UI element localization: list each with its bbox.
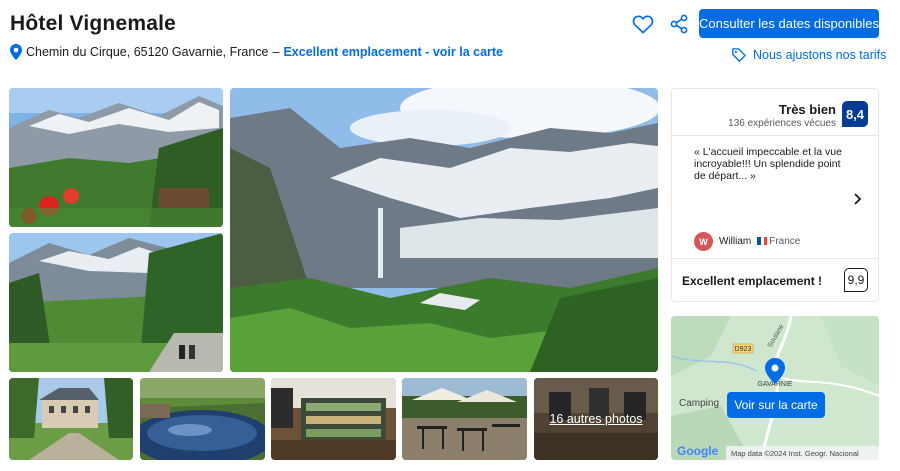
address-line: Chemin du Cirque, 65120 Gavarnie, France… bbox=[10, 44, 503, 60]
reviewer-country: France bbox=[757, 236, 800, 247]
price-tag-icon bbox=[732, 48, 746, 62]
gallery-photo-3[interactable] bbox=[9, 378, 133, 460]
gallery-photo-1[interactable] bbox=[9, 88, 223, 227]
more-photos-overlay[interactable]: 16 autres photos bbox=[534, 378, 658, 460]
chevron-right-icon[interactable] bbox=[850, 192, 864, 206]
gallery-photo-2[interactable] bbox=[9, 233, 223, 372]
avatar: W bbox=[694, 232, 713, 251]
rating-label: Très bien bbox=[778, 102, 836, 117]
check-availability-button[interactable]: Consulter les dates disponibles bbox=[699, 9, 879, 38]
address-separator: – bbox=[272, 45, 280, 59]
france-flag-icon bbox=[757, 237, 768, 245]
map-preview[interactable]: D923 Soulane GAVARNIE Camping Google Map… bbox=[671, 316, 879, 460]
location-score-badge: 9,9 bbox=[844, 268, 868, 292]
google-logo: Google bbox=[677, 444, 719, 458]
save-favorite-button[interactable] bbox=[628, 9, 658, 39]
address-text: Chemin du Cirque, 65120 Gavarnie, France bbox=[26, 45, 269, 59]
share-icon bbox=[670, 14, 688, 34]
reviewer: W William France bbox=[694, 232, 800, 251]
divider bbox=[672, 135, 878, 136]
share-button[interactable] bbox=[664, 9, 694, 39]
gallery-photo-main[interactable] bbox=[230, 88, 658, 372]
price-match-link[interactable]: Nous ajustons nos tarifs bbox=[732, 48, 886, 62]
review-score-badge: 8,4 bbox=[842, 101, 868, 127]
road-label: D923 bbox=[735, 346, 752, 353]
heart-icon bbox=[632, 15, 654, 34]
location-map-link[interactable]: Excellent emplacement - voir la carte bbox=[283, 45, 503, 59]
map-pin-icon bbox=[765, 358, 785, 384]
view-map-button[interactable]: Voir sur la carte bbox=[727, 392, 825, 418]
location-rating-label: Excellent emplacement ! bbox=[682, 274, 823, 288]
gallery-photo-4[interactable] bbox=[140, 378, 265, 460]
gallery-photo-6[interactable] bbox=[402, 378, 527, 460]
camping-label: Camping bbox=[679, 398, 719, 409]
review-summary-card: Très bien 136 expériences vécues 8,4 « L… bbox=[671, 88, 879, 302]
price-match-label: Nous ajustons nos tarifs bbox=[753, 48, 887, 62]
divider bbox=[672, 258, 878, 259]
hotel-title: Hôtel Vignemale bbox=[10, 12, 176, 35]
review-count[interactable]: 136 expériences vécues bbox=[728, 118, 836, 129]
review-quote: « L'accueil impeccable et la vue incroya… bbox=[694, 146, 842, 182]
reviewer-name: William bbox=[719, 236, 752, 247]
map-attribution: Map data ©2024 Inst. Geogr. Nacional bbox=[731, 449, 859, 458]
gallery-photo-7[interactable]: 16 autres photos bbox=[534, 378, 658, 460]
gallery-photo-5[interactable] bbox=[271, 378, 396, 460]
location-pin-icon bbox=[10, 44, 22, 60]
